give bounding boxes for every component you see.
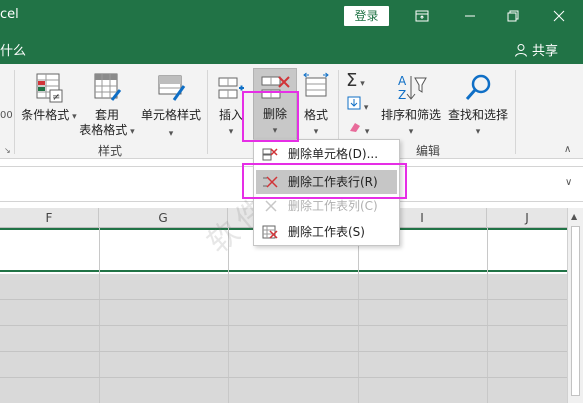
ribbon-tab-bar: 什么 共享 <box>0 32 583 64</box>
clear-eraser-icon[interactable]: ▾ <box>348 120 369 137</box>
svg-text:≠: ≠ <box>52 92 60 103</box>
insert-cells-icon <box>218 77 244 99</box>
autosum-icon[interactable]: Σ ▾ <box>346 70 365 91</box>
svg-text:A: A <box>398 74 407 88</box>
group-separator <box>207 70 208 154</box>
title-bar: cel 登录 <box>0 0 583 32</box>
format-button[interactable]: 格式 ▾ <box>298 72 334 140</box>
search-icon <box>465 74 491 100</box>
number-format-fragment: 00 <box>0 110 13 121</box>
cell-styles-button[interactable]: 单元格样式 ▾ <box>138 72 204 142</box>
person-icon <box>515 43 527 57</box>
highlight-box-delete-button <box>242 91 299 142</box>
cell-styles-label: 单元格样式 <box>140 108 201 122</box>
grid-cells[interactable] <box>0 274 567 403</box>
format-cells-icon <box>303 72 329 97</box>
find-select-label: 查找和选择 <box>447 108 508 122</box>
expand-formula-bar-icon[interactable]: ∨ <box>565 177 572 188</box>
menu-item-label: 删除工作表(S) <box>288 225 365 239</box>
grid-line <box>0 377 567 378</box>
minimize-icon[interactable] <box>460 6 480 26</box>
editing-group-label: 编辑 <box>416 144 441 158</box>
scroll-up-icon[interactable]: ▲ <box>571 212 577 221</box>
tell-me-search[interactable]: 什么 <box>0 40 26 59</box>
sort-filter-label: 排序和筛选 <box>380 108 441 122</box>
format-label: 格式 <box>303 108 328 122</box>
format-as-table-button[interactable]: 套用 表格格式 ▾ <box>76 72 138 140</box>
conditional-format-icon: ≠ <box>36 73 63 103</box>
group-separator <box>515 70 516 154</box>
column-header-f[interactable]: F <box>0 208 99 228</box>
column-header-j[interactable]: J <box>487 208 567 228</box>
menu-item-delete-sheet[interactable]: 删除工作表(S) <box>256 220 397 244</box>
collapse-ribbon-icon[interactable]: ∧ <box>564 144 571 155</box>
grid-line <box>0 351 567 352</box>
share-button[interactable]: 共享 <box>514 40 558 59</box>
sign-in-button[interactable]: 登录 <box>344 6 389 26</box>
cell-styles-icon <box>158 75 186 101</box>
delete-columns-icon <box>265 200 277 212</box>
find-select-button[interactable]: 查找和选择 ▾ <box>446 72 510 140</box>
delete-cells-icon <box>262 148 278 161</box>
conditional-format-label: 条件格式 <box>21 108 70 122</box>
sort-filter-icon: A Z <box>398 74 427 102</box>
share-label: 共享 <box>532 44 559 59</box>
insert-label: 插入 <box>218 108 243 122</box>
ribbon-display-options-icon[interactable] <box>412 6 432 26</box>
sort-filter-button[interactable]: A Z 排序和筛选 ▾ <box>380 72 442 140</box>
styles-group-launcher-icon[interactable]: ↘ <box>4 146 11 155</box>
conditional-format-button[interactable]: ≠ 条件格式 ▾ <box>20 72 78 125</box>
highlight-box-delete-rows <box>242 163 407 199</box>
vertical-scrollbar[interactable]: ▲ <box>567 208 583 403</box>
restore-icon[interactable] <box>503 6 523 26</box>
window-title: cel <box>0 7 19 22</box>
fill-icon[interactable]: ▾ <box>347 96 368 113</box>
styles-group-label: 样式 <box>98 144 123 158</box>
scroll-thumb[interactable] <box>571 226 580 396</box>
delete-sheet-icon <box>262 225 278 239</box>
format-as-table-icon <box>94 73 122 101</box>
svg-text:Z: Z <box>398 88 406 102</box>
grid-line <box>0 299 567 300</box>
grid-line <box>0 325 567 326</box>
format-as-table-label-1: 套用 <box>94 108 119 122</box>
close-icon[interactable] <box>549 6 569 26</box>
column-header-g[interactable]: G <box>99 208 228 228</box>
format-as-table-label-2: 表格格式 <box>79 123 128 137</box>
group-separator <box>14 70 15 154</box>
